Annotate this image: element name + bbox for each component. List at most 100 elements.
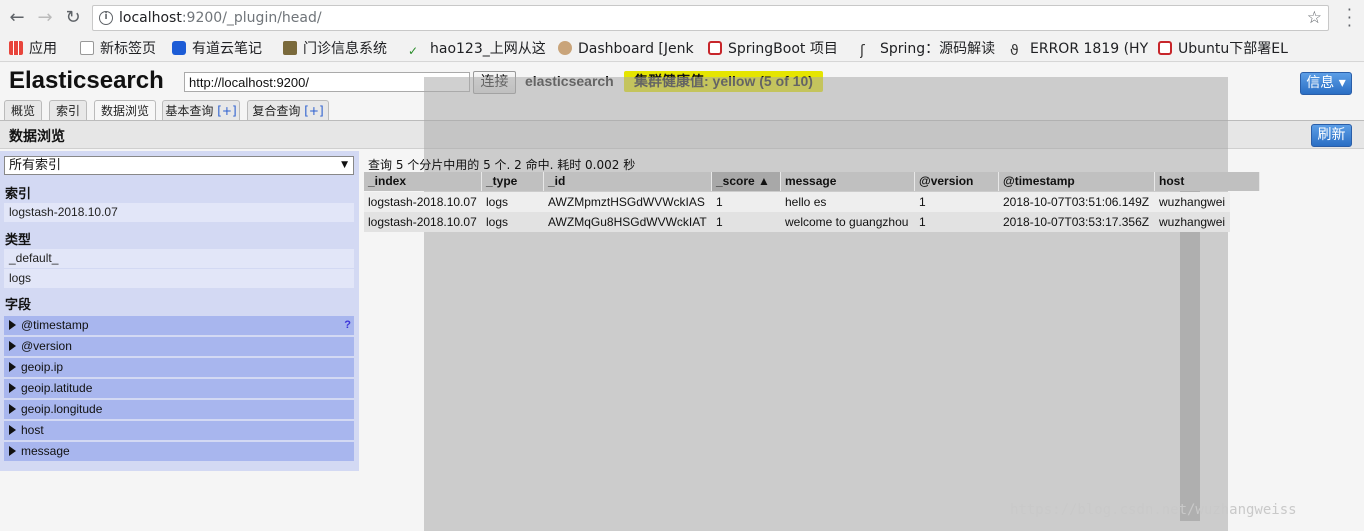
overlay-panel: [424, 77, 1228, 531]
column-header[interactable]: _type: [482, 172, 544, 191]
watermark-text: https://blog.csdn.net/wuzhangweiss: [1010, 502, 1297, 518]
refresh-button[interactable]: 刷新: [1311, 124, 1352, 147]
expand-triangle-icon: [9, 404, 16, 414]
table-cell: 1: [919, 215, 926, 229]
column-header-sorted[interactable]: _score ▲: [712, 172, 781, 191]
bookmark-jenkins[interactable]: Dashboard [Jenk: [558, 39, 694, 59]
table-cell: welcome to guangzhou: [785, 215, 909, 229]
tab-browser[interactable]: 数据浏览: [94, 100, 156, 122]
field-heading: 字段: [5, 298, 32, 313]
bookmark-springboot[interactable]: SpringBoot 项目: [708, 39, 846, 59]
bookmark-label: 新标签页: [100, 41, 156, 57]
csdn-icon: [708, 41, 722, 55]
tab-overview[interactable]: 概览: [4, 100, 42, 121]
bookmark-label: Ubuntu下部署EL: [1178, 41, 1288, 57]
address-url[interactable]: localhost:9200/_plugin/head/: [119, 10, 322, 26]
expand-triangle-icon: [9, 425, 16, 435]
index-select-value: 所有索引: [9, 158, 62, 173]
expand-triangle-icon: [9, 320, 16, 330]
table-row[interactable]: logstash-2018.10.07 logs AWZMqGu8HSGdWVW…: [364, 212, 1230, 232]
column-header[interactable]: host: [1155, 172, 1260, 191]
bookmark-ubuntu-elk[interactable]: Ubuntu下部署EL: [1158, 39, 1298, 59]
tab-label: 数据浏览: [100, 104, 149, 118]
table-row[interactable]: logstash-2018.10.07 logs AWZMpmztHSGdWVW…: [364, 192, 1230, 212]
tab-indices[interactable]: 索引: [49, 100, 87, 121]
bookmark-label: Dashboard [Jenk: [578, 41, 694, 57]
field-label: @timestamp: [21, 318, 89, 332]
type-item[interactable]: logs: [4, 269, 354, 288]
bookmark-label: SpringBoot 项目: [728, 41, 838, 57]
table-cell: 1: [716, 195, 723, 209]
tab-label: 基本查询: [165, 104, 214, 118]
back-arrow-icon[interactable]: ←: [6, 7, 28, 29]
column-header[interactable]: _id: [544, 172, 712, 191]
jenkins-icon: [558, 41, 572, 55]
table-cell: 2018-10-07T03:53:17.356Z: [1003, 215, 1150, 229]
apps-grid-icon: [9, 41, 23, 55]
table-cell: logs: [486, 215, 509, 229]
table-cell: logstash-2018.10.07: [368, 215, 477, 229]
column-header[interactable]: _index: [364, 172, 482, 191]
bookmark-label: ERROR 1819 (HY: [1030, 41, 1149, 57]
field-item[interactable]: geoip.longitude: [4, 400, 354, 419]
index-select[interactable]: 所有索引 ▼: [4, 156, 354, 175]
tab-structured-query[interactable]: 复合查询 [+]: [247, 100, 329, 121]
expand-triangle-icon: [9, 362, 16, 372]
table-cell: hello es: [785, 195, 827, 209]
overlay-scrollbar: [1180, 191, 1200, 521]
query-summary: 查询 5 个分片中用的 5 个. 2 命中. 耗时 0.002 秒: [368, 158, 636, 172]
index-heading: 索引: [5, 187, 32, 202]
table-cell: wuzhangwei: [1159, 195, 1226, 209]
tab-label: 复合查询: [252, 104, 301, 118]
bookmark-label: hao123_上网从这: [430, 41, 546, 57]
bookmark-menzhen[interactable]: 门诊信息系统: [283, 39, 387, 59]
column-header[interactable]: message: [781, 172, 915, 191]
bookmark-spring[interactable]: ʃ Spring：源码解读: [860, 39, 998, 59]
forward-arrow-icon[interactable]: →: [34, 7, 56, 29]
bookmark-apps[interactable]: 应用: [9, 39, 57, 59]
youdao-icon: [172, 41, 186, 55]
dropdown-caret-icon: ▼: [341, 160, 348, 170]
browser-menu-icon[interactable]: · · ·: [1347, 2, 1352, 34]
table-cell: logstash-2018.10.07: [368, 195, 477, 209]
tab-basic-query[interactable]: 基本查询 [+]: [162, 100, 240, 121]
table-cell: 1: [919, 195, 926, 209]
field-label: @version: [21, 339, 72, 353]
tab-plus: [+]: [217, 104, 237, 118]
expand-triangle-icon: [9, 383, 16, 393]
type-item[interactable]: _default_: [4, 249, 354, 268]
field-item[interactable]: message: [4, 442, 354, 461]
picture-icon: [283, 41, 297, 55]
bookmarks-bar: 应用 新标签页 有道云笔记 门诊信息系统 ✓ hao123_上网从这 Dashbo…: [0, 36, 1364, 62]
field-item[interactable]: host: [4, 421, 354, 440]
bookmark-mysql-error[interactable]: ϑ ERROR 1819 (HY: [1010, 39, 1150, 59]
field-label: geoip.ip: [21, 360, 64, 374]
mysql-icon: ϑ: [1010, 43, 1019, 59]
column-header[interactable]: @timestamp: [999, 172, 1155, 191]
bookmark-youdao[interactable]: 有道云笔记: [172, 39, 262, 59]
table-cell: AWZMpmztHSGdWVWckIAS: [548, 195, 705, 209]
table-cell: 2018-10-07T03:51:06.149Z: [1003, 195, 1150, 209]
field-item[interactable]: geoip.latitude: [4, 379, 354, 398]
table-cell: wuzhangwei: [1159, 215, 1226, 229]
address-bar[interactable]: i localhost:9200/_plugin/head/ ☆: [92, 5, 1329, 31]
field-item[interactable]: @timestamp?: [4, 316, 354, 335]
bookmark-new-tab[interactable]: 新标签页: [80, 39, 156, 59]
info-icon[interactable]: i: [99, 11, 113, 25]
field-item[interactable]: @version: [4, 337, 354, 356]
bookmark-label: 门诊信息系统: [303, 41, 387, 57]
help-icon[interactable]: ?: [344, 316, 351, 335]
reload-icon[interactable]: ↻: [62, 7, 84, 29]
column-header[interactable]: @version: [915, 172, 999, 191]
expand-triangle-icon: [9, 341, 16, 351]
field-label: host: [21, 423, 44, 437]
app-title: Elasticsearch: [9, 67, 164, 94]
info-menu-button[interactable]: 信息 ▾: [1300, 72, 1352, 95]
bookmark-hao123[interactable]: ✓ hao123_上网从这: [408, 39, 548, 59]
index-item[interactable]: logstash-2018.10.07: [4, 203, 354, 222]
type-heading: 类型: [5, 233, 32, 248]
bookmark-label: 有道云笔记: [192, 41, 262, 57]
field-item[interactable]: geoip.ip: [4, 358, 354, 377]
table-cell: 1: [716, 215, 723, 229]
bookmark-star-icon[interactable]: ☆: [1307, 8, 1322, 28]
